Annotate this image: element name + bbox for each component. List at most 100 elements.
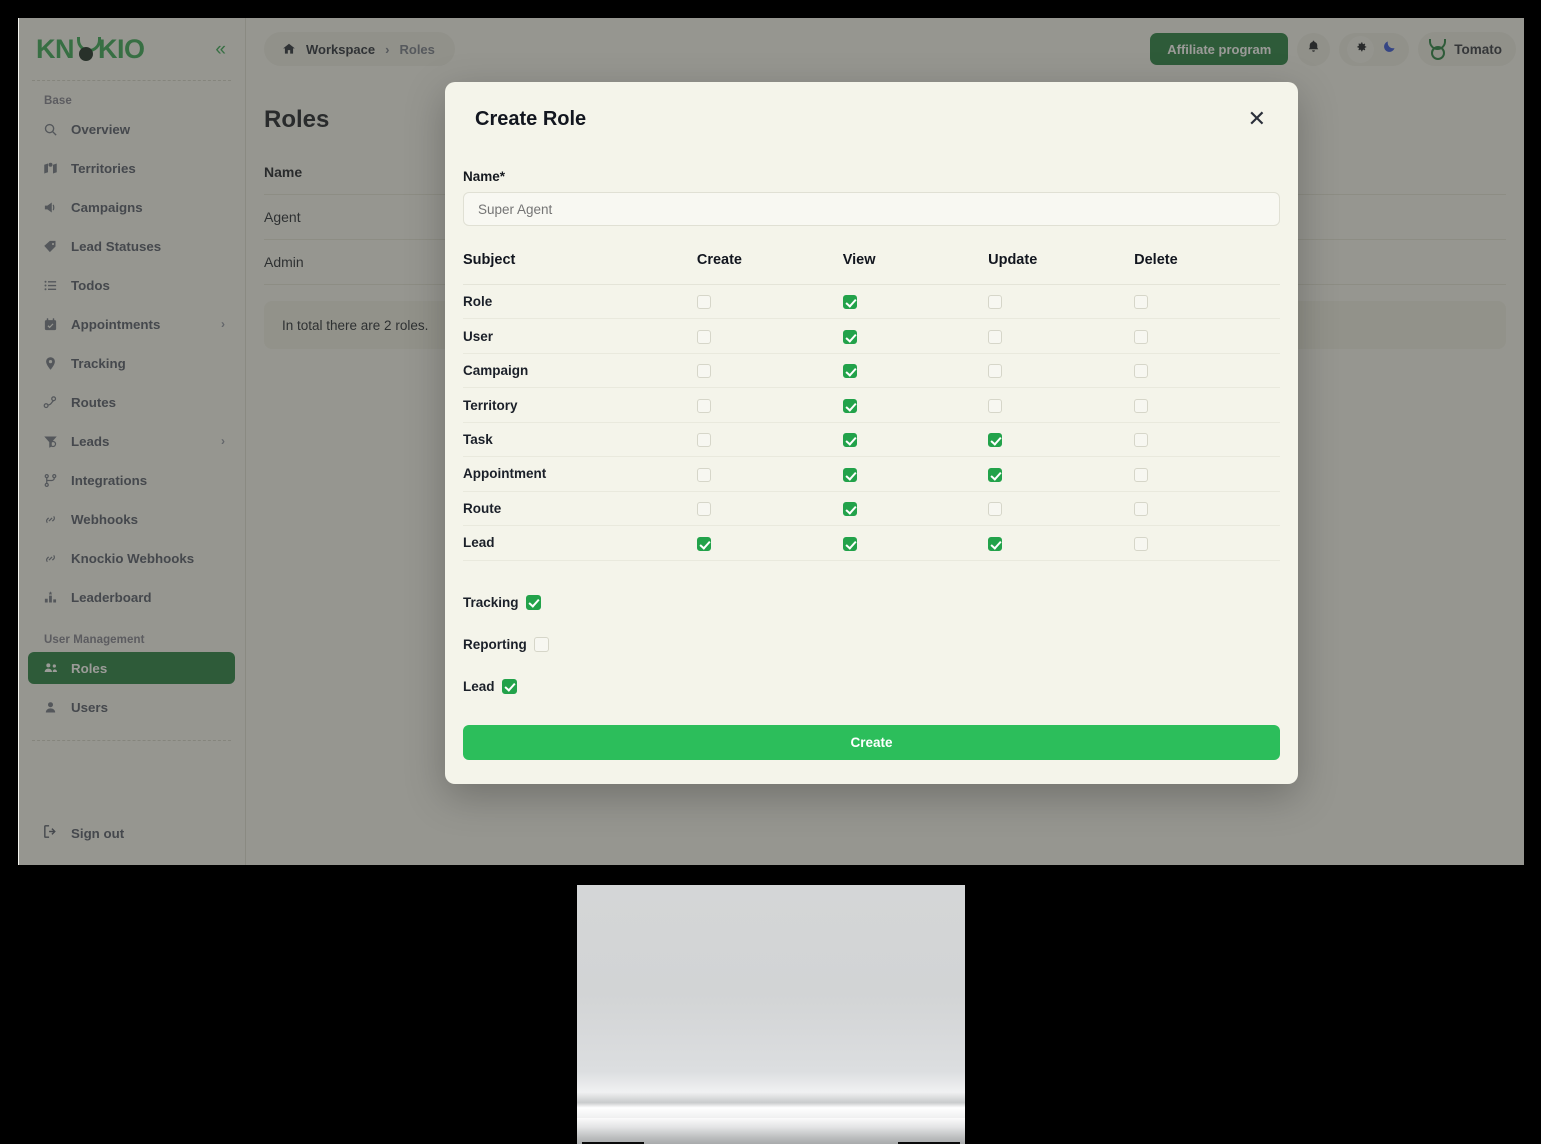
checkbox-campaign-delete[interactable] [1134,364,1149,379]
create-role-modal: Create Role ✕ Name* Subject Create View … [445,82,1298,784]
checkbox-role-update[interactable] [988,295,1003,310]
permission-cell-view [842,318,989,354]
permission-subject-label: Campaign [463,353,697,389]
modal-body: Name* Subject Create View Update Delete … [445,131,1298,784]
table-row: Lead [463,525,1280,561]
permission-subject-label: Territory [463,387,697,423]
checkbox-appointment-update[interactable] [988,467,1003,482]
permission-cell-update [988,525,1135,561]
permission-cell-delete [1134,422,1280,458]
permission-subject-label: Appointment [463,456,697,492]
checkbox-route-create[interactable] [696,502,711,517]
permissions-table: Subject Create View Update Delete Role Us… [463,252,1280,561]
permission-subject-label: Role [463,284,697,320]
permission-cell-create [696,491,843,527]
checkbox-territory-delete[interactable] [1134,398,1149,413]
table-row: Territory [463,387,1280,423]
checkbox-role-view[interactable] [842,295,857,310]
extra-permission-row: Lead [463,678,1280,694]
extra-permission-label: Tracking [463,594,519,610]
permission-cell-update [988,318,1135,354]
permission-cell-delete [1134,284,1280,320]
role-name-input[interactable] [463,192,1280,226]
permission-cell-update [988,353,1135,389]
checkbox-lead[interactable] [501,678,517,694]
checkbox-campaign-update[interactable] [988,364,1003,379]
column-header-subject: Subject [463,252,697,285]
permission-cell-delete [1134,387,1280,423]
extra-permission-row: Reporting [463,636,1280,652]
checkbox-route-view[interactable] [842,502,857,517]
create-button[interactable]: Create [463,724,1280,760]
checkbox-lead-create[interactable] [696,536,711,551]
checkbox-task-view[interactable] [842,433,857,448]
checkbox-appointment-view[interactable] [842,467,857,482]
name-field-label: Name* [463,169,506,184]
checkbox-territory-update[interactable] [988,398,1003,413]
permission-cell-view [842,525,989,561]
permission-cell-delete [1134,456,1280,492]
checkbox-campaign-view[interactable] [842,364,857,379]
checkbox-campaign-create[interactable] [696,364,711,379]
checkbox-tracking[interactable] [525,594,541,610]
permissions-header-row: Subject Create View Update Delete [463,252,1280,285]
permission-cell-delete [1134,318,1280,354]
close-icon[interactable]: ✕ [1246,108,1268,130]
permission-cell-create [696,422,843,458]
checkbox-role-delete[interactable] [1134,295,1149,310]
checkbox-role-create[interactable] [696,295,711,310]
permission-cell-delete [1134,353,1280,389]
permission-cell-create [696,284,843,320]
permission-subject-label: Lead [463,525,697,561]
permission-cell-create [696,318,843,354]
checkbox-user-create[interactable] [696,329,711,344]
checkbox-task-create[interactable] [696,433,711,448]
checkbox-task-delete[interactable] [1134,433,1149,448]
permission-cell-create [696,456,843,492]
checkbox-user-view[interactable] [842,329,857,344]
permission-cell-update [988,387,1135,423]
permission-cell-view [842,353,989,389]
table-row: User [463,318,1280,354]
checkbox-territory-view[interactable] [842,398,857,413]
permission-cell-view [842,284,989,320]
extra-permission-row: Tracking [463,594,1280,610]
permission-cell-update [988,422,1135,458]
column-header-update: Update [988,252,1135,285]
checkbox-appointment-delete[interactable] [1134,467,1149,482]
checkbox-user-update[interactable] [988,329,1003,344]
panel-base-lip [577,1118,965,1144]
permission-cell-delete [1134,491,1280,527]
permission-cell-view [842,456,989,492]
extra-permission-label: Lead [463,678,495,694]
permission-cell-view [842,422,989,458]
app-window: KN KIO « Base Overview [18,18,1524,865]
checkbox-lead-update[interactable] [988,536,1003,551]
checkbox-lead-view[interactable] [842,536,857,551]
permission-cell-update [988,284,1135,320]
checkbox-route-update[interactable] [988,502,1003,517]
table-row: Task [463,422,1280,458]
checkbox-reporting[interactable] [533,636,549,652]
modal-title: Create Role [475,108,587,130]
checkbox-lead-delete[interactable] [1134,536,1149,551]
permission-subject-label: Task [463,422,697,458]
checkbox-route-delete[interactable] [1134,502,1149,517]
permission-cell-create [696,525,843,561]
permission-cell-view [842,491,989,527]
permission-cell-view [842,387,989,423]
secondary-screen-panel [577,885,965,1144]
permission-subject-label: Route [463,491,697,527]
permission-cell-update [988,456,1135,492]
column-header-delete: Delete [1134,252,1280,285]
table-row: Route [463,491,1280,527]
permission-cell-create [696,353,843,389]
checkbox-appointment-create[interactable] [696,467,711,482]
extra-permission-label: Reporting [463,636,527,652]
permission-subject-label: User [463,318,697,354]
checkbox-task-update[interactable] [988,433,1003,448]
table-row: Role [463,284,1280,320]
checkbox-territory-create[interactable] [696,398,711,413]
checkbox-user-delete[interactable] [1134,329,1149,344]
screenshot-root: KN KIO « Base Overview [0,0,1541,1144]
